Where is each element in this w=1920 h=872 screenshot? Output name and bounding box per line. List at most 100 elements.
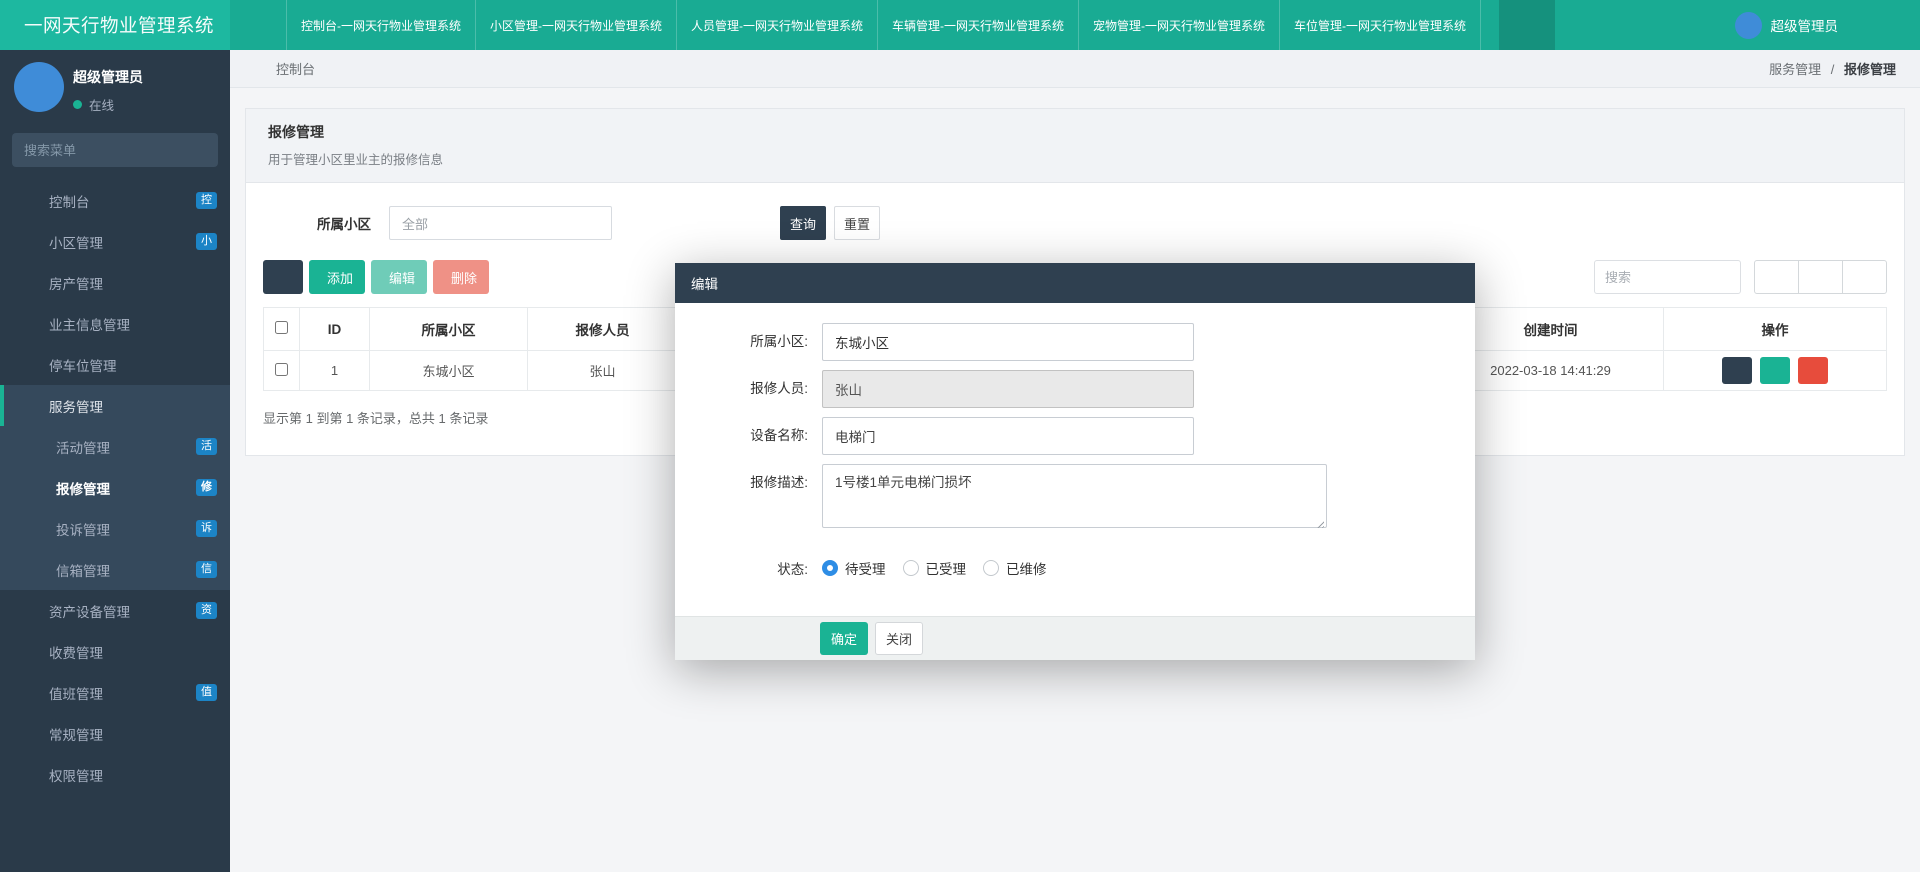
delete-button[interactable]: 删除 — [433, 260, 489, 294]
sidebar-item-general[interactable]: 常规管理 — [0, 713, 230, 754]
menu-search-input[interactable] — [24, 143, 200, 158]
tab-community[interactable]: 小区管理-一网天行物业管理系统 — [475, 0, 676, 50]
sidebar-item-community[interactable]: 小区管理 小 — [0, 221, 230, 262]
columns-button[interactable] — [1798, 260, 1843, 294]
col-actions: 操作 — [1664, 308, 1887, 351]
maximize-icon[interactable] — [1416, 277, 1429, 290]
modal-title: 编辑 — [691, 273, 718, 293]
chevron-left-icon — [207, 729, 217, 739]
username-label[interactable]: 超级管理员 — [1771, 15, 1839, 35]
window-tabs: 控制台-一网天行物业管理系统 小区管理-一网天行物业管理系统 人员管理-一网天行… — [286, 0, 1481, 50]
reset-button[interactable]: 重置 — [834, 206, 880, 240]
sidebar-item-property[interactable]: 房产管理 — [0, 262, 230, 303]
tab-vehicle[interactable]: 车辆管理-一网天行物业管理系统 — [877, 0, 1078, 50]
sidebar-item-assets[interactable]: 资产设备管理 资 — [0, 590, 230, 631]
select-all-checkbox[interactable] — [275, 321, 288, 334]
close-icon[interactable] — [1446, 277, 1459, 290]
table-search-input[interactable] — [1594, 260, 1741, 294]
settings-button[interactable] — [1868, 0, 1908, 50]
badge: 控 — [196, 192, 217, 209]
caret-down-icon — [1170, 337, 1181, 348]
export-button[interactable] — [1842, 260, 1887, 294]
sidebar-item-mailbox[interactable]: 信箱管理 信 — [0, 549, 230, 590]
refresh-button[interactable] — [263, 260, 303, 294]
description-label: 报修描述: — [675, 464, 822, 533]
tv-icon — [27, 521, 43, 537]
status-label: 状态: — [675, 558, 822, 578]
col-community: 所属小区 — [370, 308, 528, 351]
tv-icon — [27, 439, 43, 455]
row-delete-button[interactable] — [1798, 357, 1828, 384]
cogs-icon — [20, 726, 36, 742]
detail-view-button[interactable] — [1754, 260, 1799, 294]
modal-body: 所属小区: 东城小区 报修人员: 设备名称: 报修描述: 1号楼1单元电梯门损坏… — [675, 303, 1475, 616]
cell-actions — [1664, 351, 1887, 391]
breadcrumb-section[interactable]: 服务管理 — [1769, 62, 1821, 77]
caret-down-icon — [1532, 21, 1541, 30]
page-subtitle: 用于管理小区里业主的报修信息 — [268, 149, 1882, 168]
sidebar-item-owner-info[interactable]: 业主信息管理 — [0, 303, 230, 344]
community-select[interactable]: 东城小区 — [822, 323, 1194, 361]
sidebar-item-permissions[interactable]: 权限管理 — [0, 754, 230, 795]
breadcrumb: 控制台 服务管理 / 报修管理 — [230, 50, 1920, 88]
radio-selected-icon — [822, 560, 838, 576]
sidebar-item-console[interactable]: 控制台 控 — [0, 180, 230, 221]
sidebar-item-complaint[interactable]: 投诉管理 诉 — [0, 508, 230, 549]
cell-community: 东城小区 — [370, 351, 528, 391]
dollar-icon — [20, 644, 36, 660]
fullscreen-button[interactable] — [1683, 0, 1721, 50]
navbar-right: 超级管理员 — [1499, 0, 1920, 50]
home-button[interactable] — [1569, 0, 1607, 50]
sidebar-item-duty[interactable]: 值班管理 值 — [0, 672, 230, 713]
add-button[interactable]: 添加 — [309, 260, 365, 294]
radio-icon — [903, 560, 919, 576]
sidebar-item-fees[interactable]: 收费管理 — [0, 631, 230, 672]
chevron-left-icon — [207, 647, 217, 657]
confirm-button[interactable]: 确定 — [820, 622, 868, 655]
tab-personnel[interactable]: 人员管理-一网天行物业管理系统 — [676, 0, 877, 50]
radio-repaired[interactable]: 已维修 — [983, 558, 1047, 578]
user-avatar[interactable] — [1735, 12, 1762, 39]
search-icon — [200, 144, 206, 157]
sidebar-menu: 控制台 控 小区管理 小 房产管理 业主信息管理 停车位管理 服务管理 — [0, 180, 230, 795]
sidebar-item-activity[interactable]: 活动管理 活 — [0, 426, 230, 467]
radio-accepted[interactable]: 已受理 — [903, 558, 967, 578]
community-filter-label: 所属小区 — [317, 213, 371, 233]
modal-footer: 确定 关闭 — [675, 616, 1475, 660]
reporter-label: 报修人员: — [675, 370, 822, 408]
tab-pet[interactable]: 宠物管理-一网天行物业管理系统 — [1078, 0, 1279, 50]
minimize-icon[interactable] — [1386, 277, 1399, 290]
row-checkbox[interactable] — [275, 363, 288, 376]
radio-pending[interactable]: 待受理 — [822, 558, 886, 578]
query-button[interactable]: 查询 — [780, 206, 826, 240]
breadcrumb-trail: 服务管理 / 报修管理 — [1769, 59, 1896, 78]
breadcrumb-home[interactable]: 控制台 — [276, 59, 315, 78]
modal-header[interactable]: 编辑 — [675, 263, 1475, 303]
row-edit-button[interactable] — [1760, 357, 1790, 384]
edit-modal: 编辑 所属小区: 东城小区 报修人员: 设备名称: 报修描述: 1号楼1单元电梯… — [675, 263, 1475, 660]
top-navbar: 一网天行物业管理系统 控制台-一网天行物业管理系统 小区管理-一网天行物业管理系… — [0, 0, 1920, 50]
sidebar-item-parking[interactable]: 停车位管理 — [0, 344, 230, 385]
close-button[interactable]: 关闭 — [875, 622, 923, 655]
sidebar-item-repair[interactable]: 报修管理 修 — [0, 467, 230, 508]
sidebar-toggle-button[interactable] — [230, 0, 286, 50]
community-label: 所属小区: — [675, 323, 822, 361]
tab-parking[interactable]: 车位管理-一网天行物业管理系统 — [1279, 0, 1481, 50]
clear-tabs-button[interactable] — [1607, 0, 1645, 50]
edit-button[interactable]: 编辑 — [371, 260, 427, 294]
sidebar-item-service[interactable]: 服务管理 — [0, 385, 230, 426]
device-input[interactable] — [822, 417, 1194, 455]
community-filter-select[interactable]: 全部 — [389, 206, 612, 240]
avatar[interactable] — [14, 62, 64, 112]
tabs-menu-button[interactable] — [1499, 0, 1555, 50]
panel-header: 报修管理 用于管理小区里业主的报修信息 — [246, 109, 1904, 183]
description-textarea[interactable]: 1号楼1单元电梯门损坏 — [822, 464, 1327, 528]
refresh-tabs-button[interactable] — [1645, 0, 1683, 50]
col-reporter: 报修人员 — [528, 308, 678, 351]
filter-row: 所属小区 全部 查询 重置 — [263, 206, 1887, 240]
tv-icon — [27, 562, 43, 578]
tab-console[interactable]: 控制台-一网天行物业管理系统 — [286, 0, 475, 50]
cell-reporter: 张山 — [528, 351, 678, 391]
cell-id: 1 — [300, 351, 370, 391]
row-view-button[interactable] — [1722, 357, 1752, 384]
